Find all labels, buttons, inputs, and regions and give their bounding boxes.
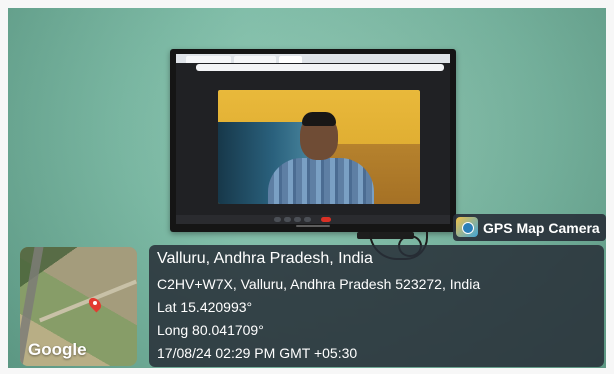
share-control-icon: [304, 217, 311, 222]
captions-control-icon: [294, 217, 301, 222]
address-title: Valluru, Andhra Pradesh, India: [157, 250, 373, 267]
location-info-panel: Valluru, Andhra Pradesh, India C2HV+W7X,…: [149, 245, 604, 367]
location-map-thumbnail: Google: [20, 247, 137, 366]
map-pin-center: [93, 301, 97, 305]
participant-hair: [302, 112, 336, 126]
participant-shirt: [268, 158, 374, 204]
end-call-icon: [321, 217, 331, 222]
browser-tab: [186, 56, 231, 63]
latitude-text: Lat 15.420993°: [157, 299, 253, 315]
gps-camera-badge: GPS Map Camera: [453, 214, 606, 241]
browser-address-bar: [196, 64, 444, 71]
tv-brand-strip: [296, 225, 330, 227]
television: [170, 49, 456, 232]
browser-tab-strip: [176, 54, 450, 63]
browser-tab-active: [279, 56, 302, 63]
plus-code-address: C2HV+W7X, Valluru, Andhra Pradesh 523272…: [157, 276, 481, 292]
google-logo-text: Google: [28, 340, 87, 359]
tv-screen: [176, 54, 450, 224]
camera-control-icon: [284, 217, 291, 222]
timestamp-text: 17/08/24 02:29 PM GMT +05:30: [157, 345, 358, 361]
badge-label: GPS Map Camera: [483, 220, 600, 236]
call-controls-bar: [176, 215, 450, 224]
mic-control-icon: [274, 217, 281, 222]
longitude-text: Long 80.041709°: [157, 322, 264, 338]
video-call-participant-feed: [218, 90, 420, 204]
photo-frame: GPS Map Camera Google Valluru, Andhra Pr…: [0, 0, 614, 374]
gps-map-camera-icon: [456, 217, 478, 237]
browser-tab: [234, 56, 276, 63]
